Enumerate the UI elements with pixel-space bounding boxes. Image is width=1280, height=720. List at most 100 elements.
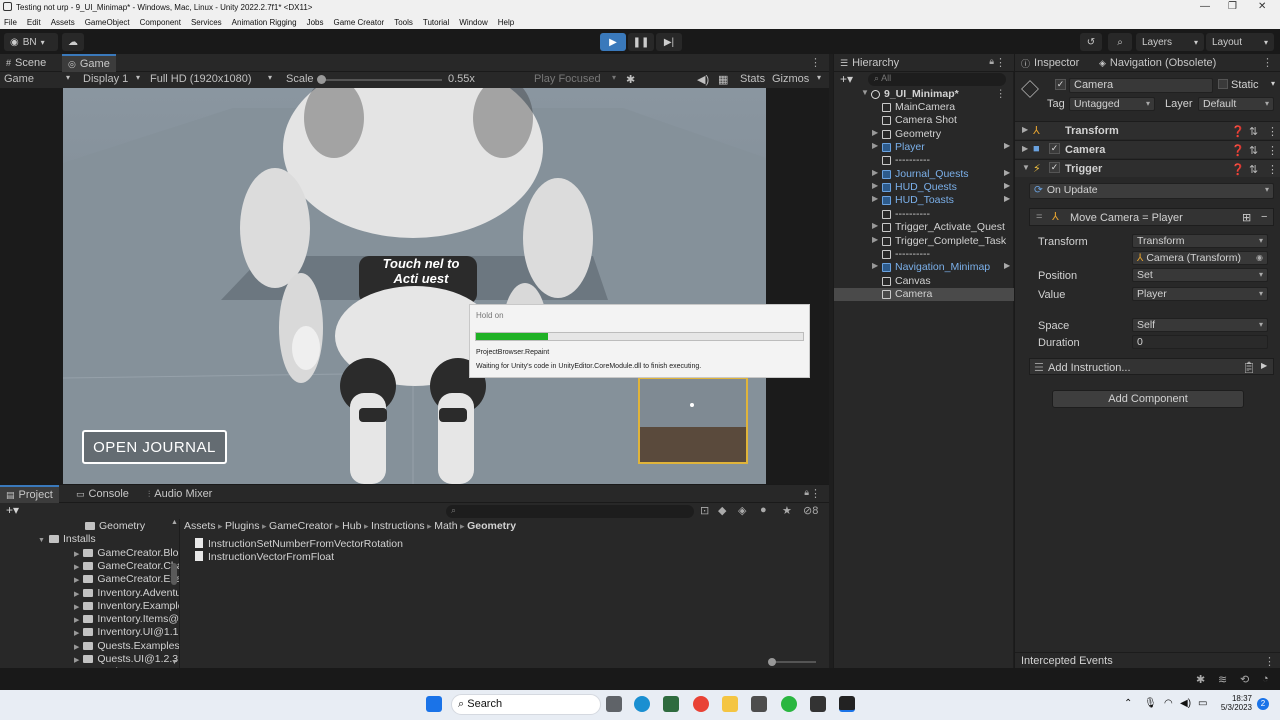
value-dropdown[interactable]: Player ▾ [1132,287,1268,301]
menu-component[interactable]: Component [140,18,181,27]
menu-file[interactable]: File [4,18,17,27]
folder-tree-item[interactable]: ▶ Inventory.UI@1.1.5 [74,626,179,638]
camera-enabled-checkbox[interactable]: ✓ [1049,143,1060,154]
tab-console[interactable]: ▭ Console [70,485,135,503]
progress-status-icon[interactable]: ◔ [1262,673,1269,685]
hierarchy-item[interactable]: Camera Shot [834,114,1014,127]
windows-start-icon[interactable] [426,696,442,712]
tab-hierarchy[interactable]: ☰ Hierarchy [834,54,905,72]
preset-icon[interactable]: ⇅ [1249,144,1258,157]
file-item[interactable]: InstructionSetNumberFromVectorRotation [195,538,403,550]
collapsed-arrow-icon[interactable]: ▶ [74,657,79,664]
taskbar-search[interactable]: ⌕ Search [451,694,601,715]
menu-assets[interactable]: Assets [51,18,75,27]
app-icon[interactable] [751,696,767,712]
task-view-icon[interactable] [606,696,622,712]
collapsed-arrow-icon[interactable]: ▶ [74,630,79,637]
hierarchy-item[interactable]: Canvas [834,275,1014,288]
collapsed-arrow-icon[interactable]: ▶ [872,221,878,230]
unity-editor-icon[interactable] [839,696,855,712]
cloud-icon[interactable]: ☁ [62,33,84,51]
collapsed-arrow-icon[interactable]: ▶ [74,617,79,624]
breadcrumb-item[interactable]: Math [434,520,457,532]
more-icon[interactable]: ⋮ [1267,125,1278,138]
collapsed-arrow-icon[interactable]: ▶ [74,564,79,571]
collapsed-arrow-icon[interactable]: ▶ [872,141,878,150]
game-viewport[interactable]: Touch nel to Acti uest OPEN JOURNAL [63,88,766,484]
add-component-button[interactable]: Add Component [1052,390,1244,408]
whatsapp-icon[interactable] [781,696,797,712]
resolution-dropdown[interactable]: Full HD (1920x1080) [150,73,252,85]
menu-animation-rigging[interactable]: Animation Rigging [232,18,297,27]
breadcrumb-item[interactable]: Assets [184,520,216,532]
game-mode-dropdown[interactable]: Game [4,73,34,85]
notification-badge[interactable]: 2 [1257,698,1269,710]
hierarchy-item[interactable]: ▶ HUD_Quests ▶ [834,181,1014,194]
hierarchy-item[interactable]: ▶ HUD_Toasts ▶ [834,194,1014,207]
menu-jobs[interactable]: Jobs [307,18,324,27]
layers-dropdown[interactable]: Layers ▾ [1136,33,1204,51]
hierarchy-item[interactable]: MainCamera [834,101,1014,114]
collapsed-arrow-icon[interactable]: ▶ [872,128,878,137]
layout-dropdown[interactable]: Layout ▾ [1206,33,1274,51]
transform-object-field[interactable]: ⅄ Camera (Transform) ◉ [1132,251,1268,265]
event-dropdown[interactable]: ⟳ On Update ▾ [1029,183,1274,199]
edge-icon[interactable] [634,696,650,712]
intercepted-events-bar[interactable]: Intercepted Events ⋮ [1015,652,1280,668]
clipboard-icon[interactable]: 📋︎ [1242,361,1256,374]
tab-project[interactable]: ▤ Project [0,485,59,503]
bake-icon[interactable]: ⟲ [1240,673,1249,686]
collapsed-arrow-icon[interactable]: ▶ [74,551,79,558]
more-icon[interactable]: ⋮ [1267,163,1278,176]
menu-game-creator[interactable]: Game Creator [334,18,385,27]
trigger-enabled-checkbox[interactable]: ✓ [1049,162,1060,173]
breadcrumb-item[interactable]: Hub [342,520,361,532]
collapsed-arrow-icon[interactable]: ▶ [74,604,79,611]
menu-tutorial[interactable]: Tutorial [423,18,449,27]
collapsed-arrow-icon[interactable]: ▶ [872,235,878,244]
display-dropdown[interactable]: Display 1 [83,73,128,85]
chevron-down-icon[interactable]: ▾ [1271,79,1275,88]
add-instruction-button[interactable]: Add Instruction... [1048,362,1131,374]
help-icon[interactable]: ❓ [1231,163,1245,176]
breadcrumb-item[interactable]: Plugins [225,520,259,532]
hierarchy-item[interactable]: ▶ Geometry [834,128,1014,141]
keyboard-icon[interactable]: ▦ [718,73,728,86]
folder-tree-item[interactable]: Geometry [85,520,145,532]
collapsed-arrow-icon[interactable]: ▶ [74,577,79,584]
menu-services[interactable]: Services [191,18,222,27]
folder-tree-item[interactable]: ▶ Inventory.Items@1. [74,613,179,625]
more-icon[interactable]: ⋮ [810,56,821,69]
filter-icon[interactable]: ● [760,504,767,516]
expand-icon[interactable]: ⊞ [1242,211,1251,224]
play-focused-dropdown[interactable]: Play Focused [534,73,601,85]
create-asset-button[interactable]: +▾ [6,503,19,517]
tab-audio-mixer[interactable]: ⫶ Audio Mixer [142,485,218,503]
component-camera[interactable]: ▶ ■ ✓ Camera ❓ ⇅ ⋮ [1015,140,1280,158]
preset-icon[interactable]: ⇅ [1249,163,1258,176]
hierarchy-item[interactable]: ---------- [834,248,1014,261]
stats-button[interactable]: Stats [740,73,765,85]
chrome-icon[interactable] [693,696,709,712]
account-dropdown[interactable]: ◉ BN ▾ [4,33,58,51]
debug-icon[interactable]: ✱ [1196,673,1205,686]
static-checkbox[interactable] [1218,79,1228,89]
folder-tree-item[interactable]: ▶ Quests.UI@1.2.3 [74,653,178,665]
breadcrumb-item[interactable]: Geometry [467,520,516,532]
taskbar-clock[interactable]: 18:37 5/3/2023 [1214,694,1252,712]
object-name-field[interactable]: Camera [1069,78,1213,93]
layer-dropdown[interactable]: Default ▾ [1198,97,1274,111]
prefab-open-icon[interactable]: ▶ [1004,194,1010,203]
folder-tree-item[interactable]: ▶ Inventory.Adventur [74,587,179,599]
pause-button[interactable]: ❚❚ [628,33,654,51]
tab-inspector[interactable]: ⓘ Inspector [1015,54,1085,72]
transform-type-dropdown[interactable]: Transform ▾ [1132,234,1268,248]
collapsed-arrow-icon[interactable]: ▶ [872,261,878,270]
tag-icon[interactable]: ◈ [738,504,746,517]
collapsed-arrow-icon[interactable]: ▶ [872,168,878,177]
gizmos-button[interactable]: Gizmos [772,73,809,85]
remove-icon[interactable]: − [1261,211,1267,223]
search-icon[interactable]: ⌕ [1108,33,1132,51]
scroll-down-icon[interactable]: ▼ [171,659,178,666]
hidden-count-icon[interactable]: ⊘8 [803,504,818,517]
